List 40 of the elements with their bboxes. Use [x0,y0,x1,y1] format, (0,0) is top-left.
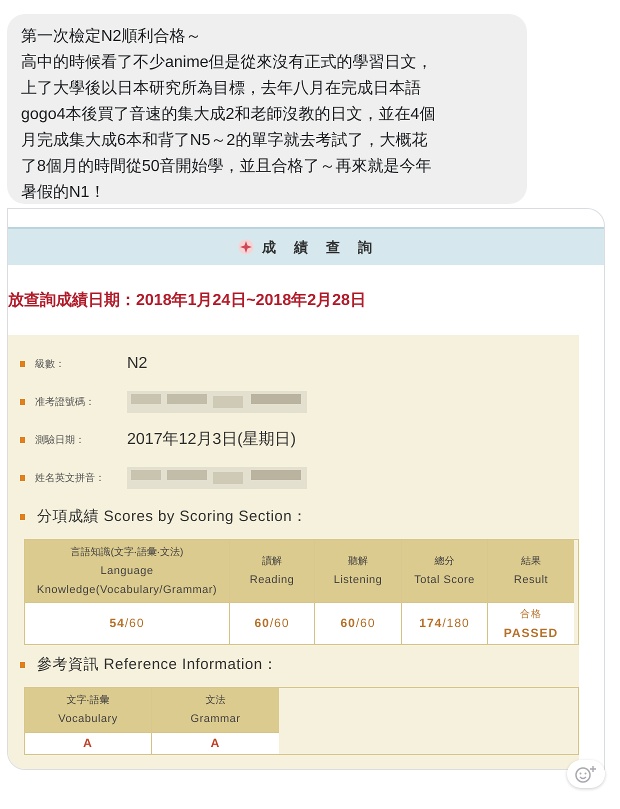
column-header: 文字‧語彙 Vocabulary [25,688,151,732]
flower-icon [238,239,254,255]
message-text: gogo4本後買了音速的集大成2和老師沒教的日文，並在4個 [21,104,436,125]
column-header: 文法 Grammar [152,688,279,732]
table-cell: 54/60 [25,602,229,644]
table-cell: 60/60 [315,602,401,644]
field-label: 姓名英文拼音： [35,472,106,486]
table-cell: A [152,732,279,754]
bullet-icon [20,475,25,481]
message-text: 第一次檢定N2順利合格～ [21,26,202,47]
message-text: 暑假的N1！ [21,183,106,203]
field-value: 2017年12月3日(星期日) [127,430,296,450]
column-header: 結果 Result [488,540,574,602]
field-value: N2 [127,354,148,374]
bullet-icon [20,662,25,668]
message-text: 月完成集大成6本和背了N5～2的單字就去考試了，大概花 [21,130,428,151]
column-header: 總分 Total Score [402,540,487,602]
table-cell: 174/180 [402,602,487,644]
message-text: 了8個月的時間從50音開始學，並且合格了～再來就是今年 [21,156,433,177]
table-cell: A [25,732,151,754]
bullet-icon [20,437,25,443]
bullet-icon [20,361,25,367]
section-heading: 分項成績 Scores by Scoring Section： [37,506,308,527]
bullet-icon [20,399,25,405]
column-header: 言語知識(文字‧語彙‧文法) Language Knowledge(Vocabulary/Grammar) [25,540,229,602]
table-cell: 合格 PASSED [488,602,574,644]
message-text: 高中的時候看了不少anime但是從來沒有正式的學習日文， [21,52,434,73]
field-label: 級數： [35,358,66,372]
date-range: 放查詢成績日期：2018年1月24日~2018年2月28日 [8,290,367,311]
field-label: 測驗日期： [35,434,86,448]
message-text: 上了大學後以日本研究所為目標，去年八月在完成日本語 [21,78,422,99]
section-heading: 參考資訊 Reference Information： [37,654,278,675]
smiley-icon [574,765,598,783]
field-label: 准考證號碼： [35,396,96,410]
table-cell: 60/60 [230,602,314,644]
page-title: 成 績 查 詢 [262,238,374,256]
column-header: 聽解 Listening [315,540,401,602]
bullet-icon [20,514,25,520]
add-reaction-button[interactable] [567,760,605,788]
column-header: 讀解 Reading [230,540,314,602]
